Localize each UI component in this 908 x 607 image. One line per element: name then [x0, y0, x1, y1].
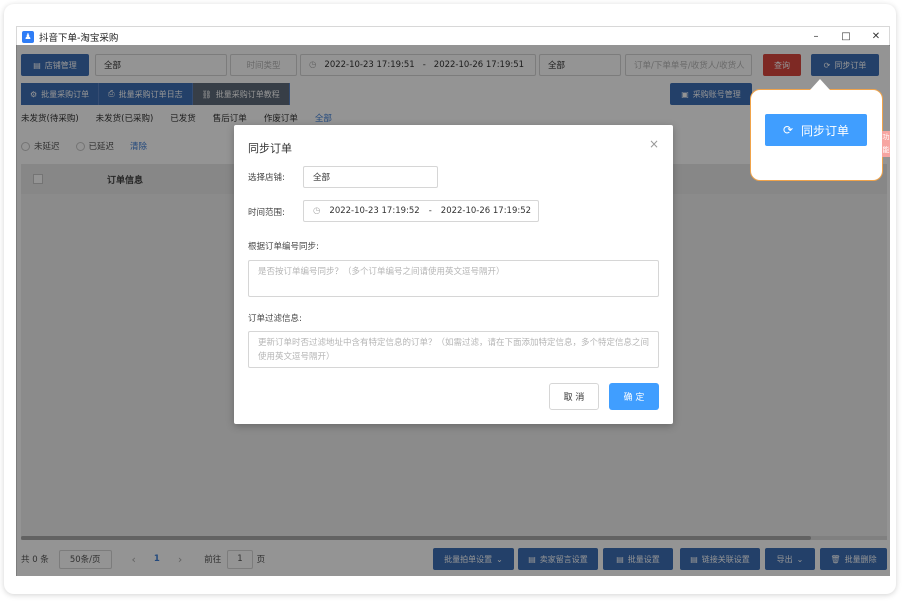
time-range-label: 时间范围: — [248, 208, 285, 218]
app-logo-icon: ♟ — [22, 30, 34, 43]
confirm-button[interactable]: 确 定 — [609, 383, 659, 410]
edge-tag[interactable]: 功能 — [882, 131, 890, 157]
sync-order-dialog: 同步订单 × 选择店铺: 全部 时间范围: ◷ 2022-10-23 17:19… — [234, 125, 673, 424]
dialog-shop-select[interactable]: 全部 — [303, 166, 438, 188]
dialog-title: 同步订单 — [248, 142, 292, 155]
cancel-button[interactable]: 取 消 — [549, 383, 599, 410]
order-no-textarea[interactable]: 是否按订单编号同步？（多个订单编号之间请使用英文逗号隔开） — [248, 260, 659, 297]
close-window-button[interactable]: ✕ — [861, 27, 891, 46]
title-bar: ♟ 抖音下单-淘宝采购 – □ ✕ — [17, 27, 891, 46]
order-filter-label: 订单过滤信息: — [248, 314, 302, 324]
minimize-button[interactable]: – — [801, 27, 831, 46]
callout-pointer — [810, 79, 830, 90]
window-title: 抖音下单-淘宝采购 — [39, 32, 119, 44]
shop-label: 选择店铺: — [248, 173, 285, 183]
dialog-close-icon[interactable]: × — [649, 137, 659, 151]
window-controls: – □ ✕ — [801, 27, 891, 46]
maximize-button[interactable]: □ — [831, 27, 861, 46]
refresh-icon: ⟳ — [782, 123, 794, 137]
order-no-sync-label: 根据订单编号同步: — [248, 242, 319, 252]
clock-icon: ◷ — [313, 206, 321, 216]
callout-sync-order-button[interactable]: ⟳ 同步订单 — [765, 114, 867, 146]
order-filter-textarea[interactable]: 更新订单时否过滤地址中含有特定信息的订单？（如需过滤，请在下面添加特定信息，多个… — [248, 331, 659, 368]
dialog-time-range-picker[interactable]: ◷ 2022-10-23 17:19:52 - 2022-10-26 17:19… — [303, 200, 539, 222]
